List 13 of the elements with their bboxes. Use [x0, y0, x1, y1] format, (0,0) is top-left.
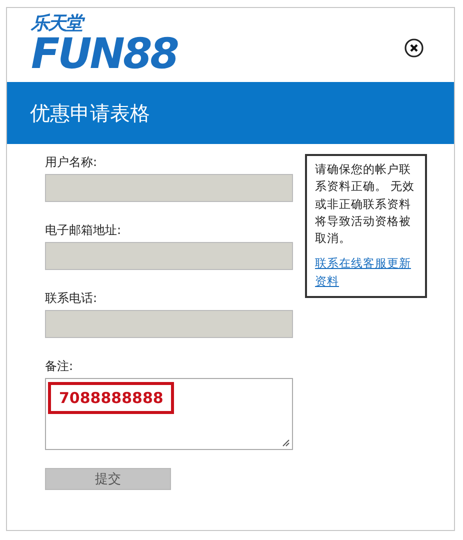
logo-text: FUN88 — [31, 33, 178, 75]
form-title: 优惠申请表格 — [30, 100, 150, 126]
logo-chinese-text: 乐天堂 — [31, 15, 178, 33]
note-field[interactable]: 7088888888 — [45, 378, 293, 450]
note-value: 7088888888 — [48, 382, 174, 414]
info-text: 请确保您的帐户联系资料正确。 无效或非正确联系资料将导致活动资格被取消。 — [315, 161, 416, 247]
field-label: 联系电话: — [45, 290, 98, 307]
close-icon[interactable] — [404, 38, 424, 58]
field-label: 备注: — [45, 358, 74, 375]
contact-link[interactable]: 联系在线客服更新资料 — [315, 255, 417, 290]
field-label: 电子邮箱地址: — [45, 222, 122, 239]
resize-grip-icon[interactable] — [282, 439, 290, 447]
field-label: 用户名称: — [45, 154, 98, 171]
